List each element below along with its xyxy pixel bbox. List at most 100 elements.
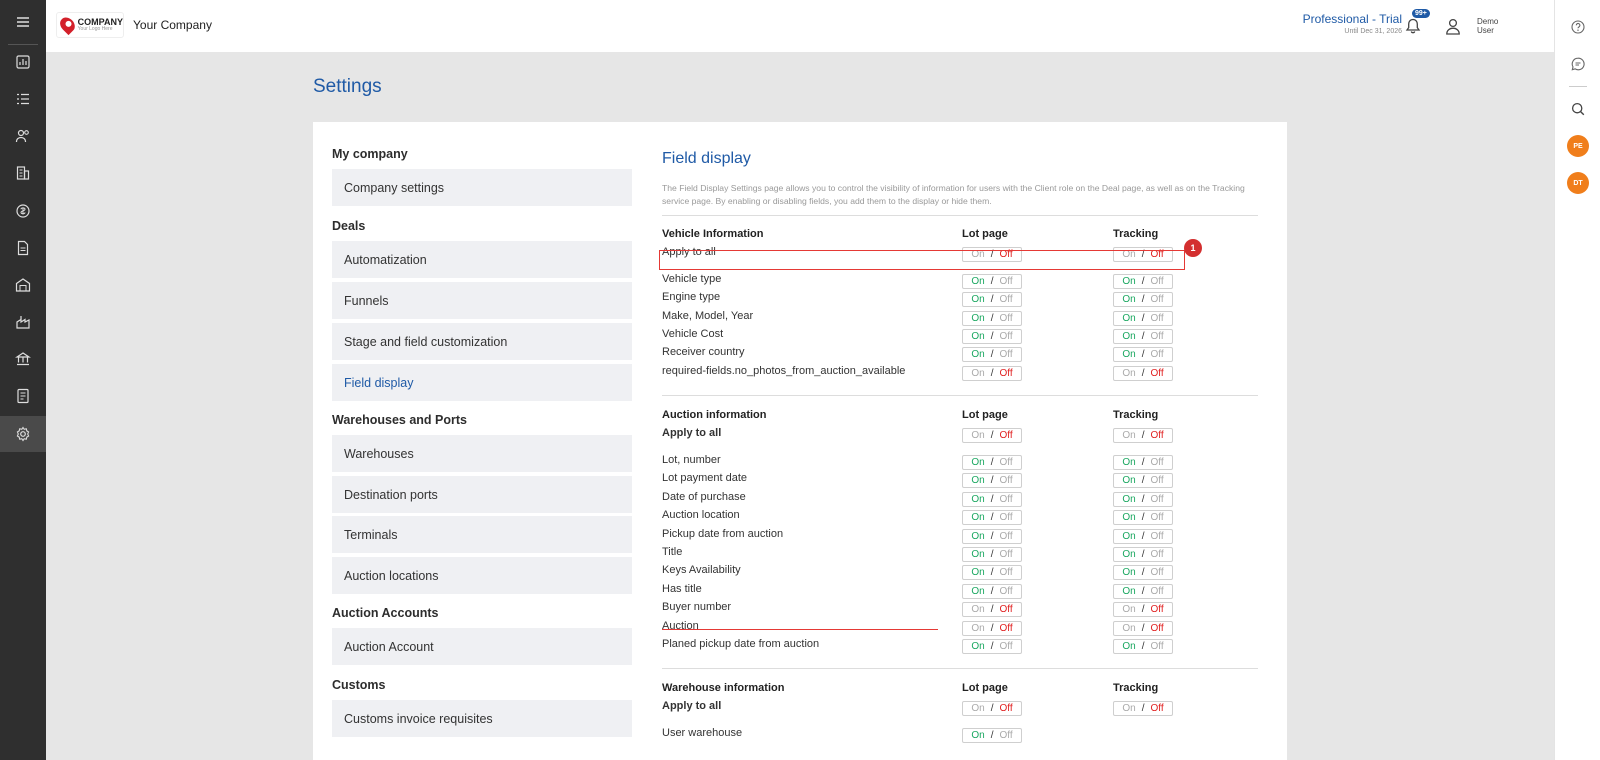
nav-item-customs-invoice-requisites[interactable]: Customs invoice requisites <box>332 700 632 737</box>
toggle-off-label[interactable]: Off <box>999 276 1012 287</box>
toggle-on-label[interactable]: On <box>971 512 984 523</box>
toggle-off-label[interactable]: Off <box>999 494 1012 505</box>
nav-item-company-settings[interactable]: Company settings <box>332 169 632 206</box>
tracking-toggle[interactable]: On / Off <box>1113 565 1173 581</box>
toggle-on-label[interactable]: On <box>971 641 984 652</box>
lot-page-toggle[interactable]: On / Off <box>962 365 1022 381</box>
toggle-on-label[interactable]: On <box>971 531 984 542</box>
toggle-off-label[interactable]: Off <box>1150 623 1163 634</box>
toggle-off-label[interactable]: Off <box>999 331 1012 342</box>
toggle-off-label[interactable]: Off <box>1150 430 1163 441</box>
toggle-off-label[interactable]: Off <box>999 703 1012 714</box>
toggle-off-label[interactable]: Off <box>1150 313 1163 324</box>
toggle-on-label[interactable]: On <box>971 494 984 505</box>
apply-all-lot-toggle[interactable]: On / Off <box>962 428 1022 443</box>
tracking-toggle[interactable]: On / Off <box>1113 365 1173 381</box>
toggle-on-label[interactable]: On <box>971 549 984 560</box>
toggle-on-label[interactable]: On <box>971 475 984 486</box>
toggle-on-label[interactable]: On <box>971 349 984 360</box>
toggle-off-label[interactable]: Off <box>999 604 1012 615</box>
nav-item-stage-and-field-customization[interactable]: Stage and field customization <box>332 323 632 360</box>
toggle-on-label[interactable]: On <box>971 331 984 342</box>
lot-page-toggle[interactable]: On / Off <box>962 583 1022 599</box>
toggle-off-label[interactable]: Off <box>999 586 1012 597</box>
help-icon[interactable] <box>1566 15 1590 39</box>
lot-page-toggle[interactable]: On / Off <box>962 620 1022 636</box>
toggle-on-label[interactable]: On <box>971 567 984 578</box>
tracking-toggle[interactable]: On / Off <box>1113 274 1173 289</box>
invoice-icon[interactable] <box>0 378 46 414</box>
toggle-on-label[interactable]: On <box>971 313 984 324</box>
toggle-off-label[interactable]: Off <box>1150 331 1163 342</box>
toggle-on-label[interactable]: On <box>971 368 984 379</box>
tracking-toggle[interactable]: On / Off <box>1113 620 1173 636</box>
toggle-on-label[interactable]: On <box>971 430 984 441</box>
nav-item-warehouses[interactable]: Warehouses <box>332 435 632 472</box>
toggle-off-label[interactable]: Off <box>999 531 1012 542</box>
toggle-off-label[interactable]: Off <box>999 457 1012 468</box>
toggle-on-label[interactable]: On <box>1122 623 1135 634</box>
toggle-on-label[interactable]: On <box>1122 549 1135 560</box>
documents-icon[interactable] <box>0 230 46 266</box>
toggle-on-label[interactable]: On <box>1122 604 1135 615</box>
toggle-on-label[interactable]: On <box>971 457 984 468</box>
toggle-off-label[interactable]: Off <box>1150 586 1163 597</box>
toggle-off-label[interactable]: Off <box>999 475 1012 486</box>
toggle-off-label[interactable]: Off <box>1150 294 1163 305</box>
toggle-off-label[interactable]: Off <box>999 430 1012 441</box>
lot-page-toggle[interactable]: On / Off <box>962 310 1022 326</box>
lot-page-toggle[interactable]: On / Off <box>962 602 1022 618</box>
toggle-off-label[interactable]: Off <box>999 567 1012 578</box>
toggle-off-label[interactable]: Off <box>1150 349 1163 360</box>
tracking-toggle[interactable]: On / Off <box>1113 639 1173 654</box>
nav-item-terminals[interactable]: Terminals <box>332 516 632 553</box>
toggle-on-label[interactable]: On <box>1122 430 1135 441</box>
lot-page-toggle[interactable]: On / Off <box>962 528 1022 544</box>
nav-item-auction-locations[interactable]: Auction locations <box>332 557 632 594</box>
toggle-off-label[interactable]: Off <box>1150 604 1163 615</box>
toggle-on-label[interactable]: On <box>971 730 984 741</box>
toggle-off-label[interactable]: Off <box>1150 512 1163 523</box>
toggle-off-label[interactable]: Off <box>1150 531 1163 542</box>
factory-icon[interactable] <box>0 304 46 340</box>
toggle-on-label[interactable]: On <box>1122 567 1135 578</box>
toggle-off-label[interactable]: Off <box>1150 475 1163 486</box>
lot-page-toggle[interactable]: On / Off <box>962 728 1022 743</box>
toggle-off-label[interactable]: Off <box>1150 368 1163 379</box>
toggle-off-label[interactable]: Off <box>999 349 1012 360</box>
tracking-toggle[interactable]: On / Off <box>1113 583 1173 599</box>
tracking-toggle[interactable]: On / Off <box>1113 310 1173 326</box>
toggle-off-label[interactable]: Off <box>999 730 1012 741</box>
toggle-on-label[interactable]: On <box>1122 457 1135 468</box>
lot-page-toggle[interactable]: On / Off <box>962 491 1022 507</box>
toggle-off-label[interactable]: Off <box>999 549 1012 560</box>
chat-icon[interactable] <box>1566 52 1590 76</box>
toggle-on-label[interactable]: On <box>1122 641 1135 652</box>
lot-page-toggle[interactable]: On / Off <box>962 347 1022 363</box>
tracking-toggle[interactable]: On / Off <box>1113 491 1173 507</box>
toggle-off-label[interactable]: Off <box>1150 494 1163 505</box>
toggle-on-label[interactable]: On <box>1122 331 1135 342</box>
company-name[interactable]: Your Company <box>133 18 212 32</box>
toggle-on-label[interactable]: On <box>971 586 984 597</box>
company-logo[interactable]: COMPANY Your Logo Here <box>56 12 124 38</box>
lot-page-toggle[interactable]: On / Off <box>962 547 1022 562</box>
tracking-toggle[interactable]: On / Off <box>1113 510 1173 526</box>
apply-all-lot-toggle[interactable]: On / Off <box>962 701 1022 716</box>
nav-item-destination-ports[interactable]: Destination ports <box>332 476 632 513</box>
toggle-off-label[interactable]: Off <box>999 512 1012 523</box>
toggle-off-label[interactable]: Off <box>1150 567 1163 578</box>
toggle-on-label[interactable]: On <box>1122 276 1135 287</box>
toggle-on-label[interactable]: On <box>1122 475 1135 486</box>
settings-icon[interactable] <box>0 416 46 452</box>
user-name[interactable]: Demo User <box>1477 17 1498 35</box>
lot-page-toggle[interactable]: On / Off <box>962 565 1022 581</box>
toggle-on-label[interactable]: On <box>971 294 984 305</box>
toggle-on-label[interactable]: On <box>1122 531 1135 542</box>
toggle-off-label[interactable]: Off <box>999 368 1012 379</box>
apply-all-tracking-toggle[interactable]: On / Off <box>1113 428 1173 443</box>
tracking-toggle[interactable]: On / Off <box>1113 602 1173 618</box>
toggle-off-label[interactable]: Off <box>1150 457 1163 468</box>
tasks-icon[interactable] <box>0 81 46 117</box>
nav-item-auction-account[interactable]: Auction Account <box>332 628 632 665</box>
